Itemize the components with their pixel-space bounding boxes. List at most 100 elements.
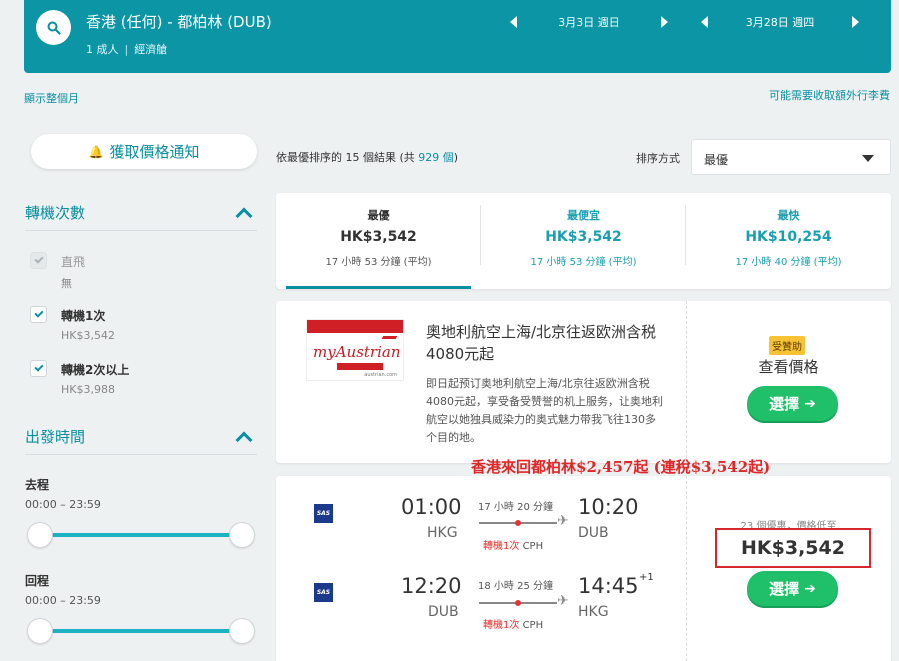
depart-date[interactable]: 3月3日 週日: [517, 14, 661, 30]
leg2-via: CPH: [522, 620, 544, 631]
checkbox-one-stop[interactable]: [30, 306, 47, 323]
time-collapse-chevron-up-icon[interactable]: [235, 431, 253, 449]
logo-stripe: [307, 320, 403, 333]
sort-tabs: 最優 HK$3,542 17 小時 53 分鐘 (平均) 最便宜 HK$3,54…: [276, 193, 891, 289]
tab-fastest[interactable]: 最快 HK$10,254 17 小時 40 分鐘 (平均): [686, 193, 891, 289]
tab-fastest-title: 最快: [777, 209, 800, 222]
stop-option-nonstop-label: 直飛: [61, 255, 86, 269]
bell-icon: 🔔: [88, 144, 104, 159]
card-separator: [686, 301, 687, 463]
stops-section-title[interactable]: 轉機次數: [25, 202, 85, 223]
leg1-stop-dot: [515, 520, 521, 526]
arrow-right-icon: ➔: [804, 580, 816, 597]
flight-price: HK$3,542: [715, 528, 871, 568]
cabin-class: 經濟艙: [134, 43, 168, 56]
outbound-slider-min-handle[interactable]: [27, 522, 53, 548]
tab-best-title: 最優: [367, 209, 390, 222]
sort-selected-value: 最優: [704, 153, 729, 167]
leg1-via: CPH: [522, 541, 544, 552]
plane-icon: ✈: [557, 593, 569, 609]
time-divider: [25, 454, 257, 455]
plane-icon: ✈: [557, 513, 569, 529]
leg1-stop-info: 轉機1次 CPH: [483, 537, 543, 552]
tab-best[interactable]: 最優 HK$3,542 17 小時 53 分鐘 (平均): [276, 193, 481, 289]
leg2-stop-dot: [515, 600, 521, 606]
stops-collapse-chevron-up-icon[interactable]: [235, 207, 253, 225]
departure-time-section-title[interactable]: 出發時間: [25, 426, 85, 447]
return-time-label: 回程: [25, 574, 50, 588]
search-button[interactable]: [36, 10, 71, 45]
ad-body: 即日起预订奥地利航空上海/北京往返欧洲含税4080元起，享受备受赞誉的机上服务，…: [426, 377, 663, 444]
sas-airline-logo: SAS: [314, 583, 333, 602]
leg1-arrive-airport: DUB: [578, 525, 609, 541]
chevron-down-icon: [862, 155, 874, 162]
return-date-nav: 3月28日 週四: [701, 12, 859, 32]
logo-redbar: [337, 363, 383, 370]
total-results-link[interactable]: 929 個: [418, 151, 454, 164]
leg1-duration: 17 小時 20 分鐘: [478, 502, 553, 513]
return-time-range: 00:00 – 23:59: [25, 594, 101, 607]
flight-select-button[interactable]: 選擇 ➔: [747, 571, 838, 606]
leg2-stops-label: 轉機1次: [483, 620, 520, 631]
tab-cheapest-price: HK$3,542: [545, 229, 622, 245]
checkmark-icon: [33, 254, 44, 264]
leg1-depart-airport: HKG: [427, 525, 458, 541]
promo-annotation: 香港來回都柏林$2,457起 (連稅$3,542起): [471, 458, 771, 476]
result-count: 依最優排序的 15 個結果 (共 929 個): [276, 151, 459, 164]
prev-depart-date-arrow-icon[interactable]: [510, 16, 517, 28]
show-whole-month-link[interactable]: 顯示整個月: [24, 90, 79, 106]
tab-cheapest-duration: 17 小時 53 分鐘 (平均): [530, 257, 637, 268]
sort-label: 排序方式: [636, 152, 680, 165]
view-price-label: 查看價格: [758, 358, 819, 376]
leg2-stop-info: 轉機1次 CPH: [483, 616, 543, 631]
tab-fastest-duration: 17 小時 40 分鐘 (平均): [735, 257, 842, 268]
search-icon: [47, 21, 61, 35]
sort-dropdown[interactable]: 最優: [691, 139, 891, 175]
leg2-duration: 18 小時 25 分鐘: [478, 581, 553, 592]
leg1-depart-time: 01:00: [401, 495, 462, 519]
return-slider-min-handle[interactable]: [27, 618, 53, 644]
depart-date-nav: 3月3日 週日: [510, 12, 668, 32]
stop-option-one-stop-price: HK$3,542: [61, 329, 115, 342]
outbound-time-label: 去程: [25, 478, 50, 492]
route-title[interactable]: 香港 (任何) - 都柏林 (DUB): [86, 11, 272, 32]
prev-return-date-arrow-icon[interactable]: [701, 16, 708, 28]
leg2-arrive-time: 14:45: [578, 574, 639, 598]
checkbox-nonstop[interactable]: [30, 252, 47, 269]
card-separator: [686, 476, 687, 661]
tab-best-price: HK$3,542: [340, 229, 417, 245]
passenger-count: 1 成人: [86, 43, 119, 56]
outbound-time-range: 00:00 – 23:59: [25, 498, 101, 511]
checkmark-icon: [33, 362, 44, 372]
stop-option-one-stop-label: 轉機1次: [61, 309, 106, 323]
ad-title[interactable]: 奧地利航空上海/北京往返欧洲含税4080元起: [426, 321, 666, 365]
price-alert-label: 獲取價格通知: [109, 143, 200, 161]
outbound-time-slider[interactable]: [40, 533, 242, 537]
outbound-slider-max-handle[interactable]: [229, 522, 255, 548]
tab-cheapest[interactable]: 最便宜 HK$3,542 17 小時 53 分鐘 (平均): [481, 193, 686, 289]
sponsored-badge: 受贊助: [769, 336, 805, 355]
austrian-airlines-logo[interactable]: myAustrian austrian.com: [306, 319, 404, 381]
next-depart-date-arrow-icon[interactable]: [661, 16, 668, 28]
passenger-cabin-summary[interactable]: 1 成人 | 經濟艙: [86, 41, 167, 57]
ad-select-button[interactable]: 選擇 ➔: [747, 386, 838, 421]
leg1-arrive-time: 10:20: [578, 495, 639, 519]
sponsored-ad-card: myAustrian austrian.com 奧地利航空上海/北京往返欧洲含税…: [276, 301, 891, 463]
arrow-right-icon: ➔: [804, 395, 816, 412]
leg2-arrive-airport: HKG: [578, 604, 609, 620]
logo-wordmark: myAustrian: [313, 343, 401, 361]
sas-airline-logo: SAS: [314, 504, 333, 523]
leg2-depart-time: 12:20: [401, 574, 462, 598]
next-return-date-arrow-icon[interactable]: [852, 16, 859, 28]
checkbox-two-plus-stops[interactable]: [30, 360, 47, 377]
return-time-slider[interactable]: [40, 629, 242, 633]
extra-baggage-fees-link[interactable]: 可能需要收取額外行李費: [769, 87, 890, 103]
stops-divider: [25, 230, 257, 231]
leg2-depart-airport: DUB: [428, 604, 459, 620]
flight-result-card[interactable]: SAS 01:00 HKG 17 小時 20 分鐘 ✈ 轉機1次 CPH 10:…: [276, 476, 891, 661]
return-slider-max-handle[interactable]: [229, 618, 255, 644]
leg2-day-plus: +1: [639, 572, 654, 583]
tab-cheapest-title: 最便宜: [567, 209, 600, 222]
return-date[interactable]: 3月28日 週四: [708, 14, 852, 30]
price-alert-button[interactable]: 🔔 獲取價格通知: [31, 134, 257, 169]
